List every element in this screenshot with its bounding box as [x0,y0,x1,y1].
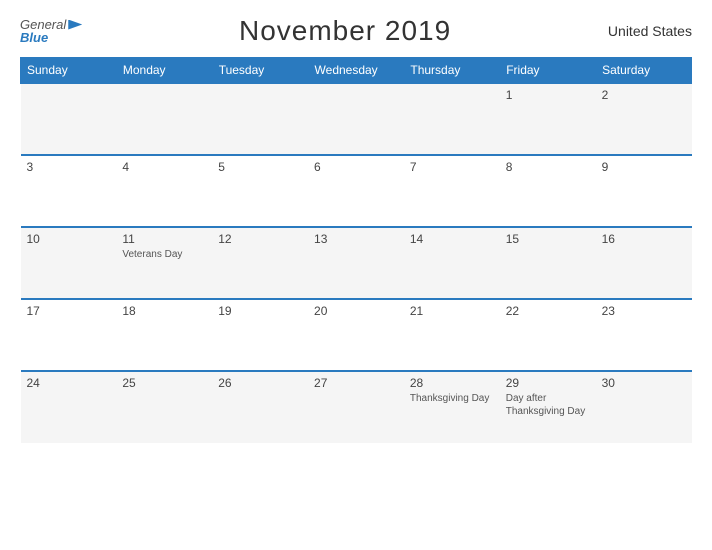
day-number: 14 [410,232,494,246]
calendar-title: November 2019 [239,15,451,47]
calendar-cell: 27 [308,371,404,443]
day-number: 15 [506,232,590,246]
day-number: 10 [27,232,111,246]
day-number: 5 [218,160,302,174]
day-number: 13 [314,232,398,246]
day-number: 22 [506,304,590,318]
calendar-cell [308,83,404,155]
day-number: 29 [506,376,590,390]
calendar-cell: 1 [500,83,596,155]
calendar-cell: 14 [404,227,500,299]
day-number: 12 [218,232,302,246]
calendar-cell: 3 [21,155,117,227]
day-number: 16 [602,232,686,246]
calendar-cell [116,83,212,155]
calendar-cell: 16 [596,227,692,299]
day-number: 30 [602,376,686,390]
day-number: 9 [602,160,686,174]
calendar-cell [404,83,500,155]
calendar-cell: 21 [404,299,500,371]
calendar-cell: 13 [308,227,404,299]
day-number: 11 [122,232,206,246]
calendar-cell: 10 [21,227,117,299]
calendar-cell: 2 [596,83,692,155]
header-saturday: Saturday [596,58,692,84]
calendar-cell: 7 [404,155,500,227]
day-number: 24 [27,376,111,390]
day-number: 17 [27,304,111,318]
holiday-label: Veterans Day [122,248,206,261]
page: General Blue November 2019 United States… [0,0,712,550]
calendar-cell: 30 [596,371,692,443]
calendar-cell: 11 Veterans Day [116,227,212,299]
calendar-cell: 4 [116,155,212,227]
day-number: 26 [218,376,302,390]
calendar-cell: 6 [308,155,404,227]
header: General Blue November 2019 United States [20,15,692,47]
header-wednesday: Wednesday [308,58,404,84]
header-thursday: Thursday [404,58,500,84]
calendar-cell: 8 [500,155,596,227]
logo: General Blue [20,18,82,44]
header-friday: Friday [500,58,596,84]
holiday-label: Day after Thanksgiving Day [506,392,590,418]
calendar-cell: 9 [596,155,692,227]
day-number: 7 [410,160,494,174]
calendar-cell: 23 [596,299,692,371]
calendar-cell: 17 [21,299,117,371]
calendar-cell: 22 [500,299,596,371]
day-number: 27 [314,376,398,390]
weekday-header-row: Sunday Monday Tuesday Wednesday Thursday… [21,58,692,84]
day-number: 28 [410,376,494,390]
calendar-cell: 12 [212,227,308,299]
holiday-label: Thanksgiving Day [410,392,494,405]
calendar-week-row: 3456789 [21,155,692,227]
day-number: 23 [602,304,686,318]
calendar-cell: 19 [212,299,308,371]
header-monday: Monday [116,58,212,84]
calendar-cell: 26 [212,371,308,443]
header-sunday: Sunday [21,58,117,84]
calendar-cell: 29 Day after Thanksgiving Day [500,371,596,443]
day-number: 21 [410,304,494,318]
calendar-cell: 28 Thanksgiving Day [404,371,500,443]
day-number: 25 [122,376,206,390]
calendar-week-row: 12 [21,83,692,155]
calendar-week-row: 24 25 26 27 28 Thanksgiving Day 29 Day after Th… [21,371,692,443]
day-number: 6 [314,160,398,174]
calendar-week-row: 17 18 19 20 21 22 23 [21,299,692,371]
day-number: 4 [122,160,206,174]
day-number: 2 [602,88,686,102]
calendar-cell: 15 [500,227,596,299]
calendar-cell: 25 [116,371,212,443]
logo-blue-text: Blue [20,31,82,44]
day-number: 20 [314,304,398,318]
calendar-cell: 5 [212,155,308,227]
calendar-cell [212,83,308,155]
day-number: 18 [122,304,206,318]
calendar-table: Sunday Monday Tuesday Wednesday Thursday… [20,57,692,443]
day-number: 19 [218,304,302,318]
calendar-cell: 20 [308,299,404,371]
calendar-week-row: 10 11 Veterans Day 12 13 14 15 16 [21,227,692,299]
calendar-cell: 24 [21,371,117,443]
calendar-cell [21,83,117,155]
calendar-cell: 18 [116,299,212,371]
day-number: 3 [27,160,111,174]
day-number: 8 [506,160,590,174]
country-label: United States [608,23,692,39]
day-number: 1 [506,88,590,102]
logo-flag-icon [68,20,82,30]
header-tuesday: Tuesday [212,58,308,84]
